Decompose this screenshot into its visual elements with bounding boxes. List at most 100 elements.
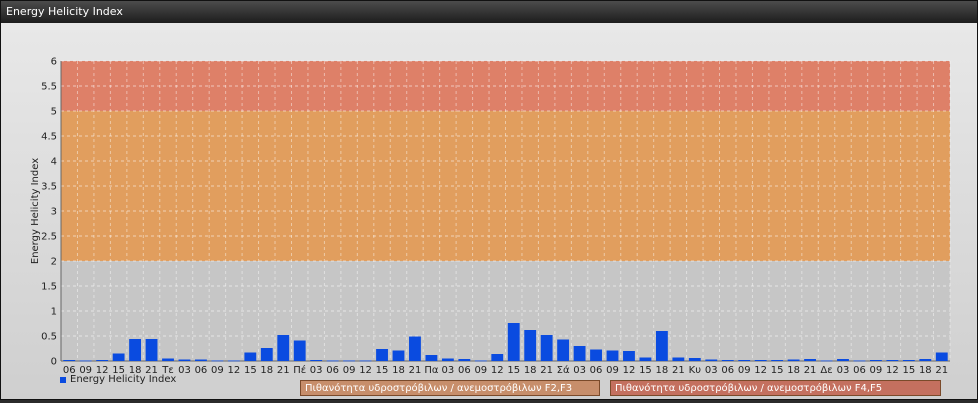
legend-label: Energy Helicity Index — [70, 374, 177, 385]
bar — [63, 360, 76, 361]
x-tick-label: 12 — [754, 365, 767, 376]
x-tick-label: 18 — [919, 365, 932, 376]
chart-legend[interactable]: Energy Helicity Index — [60, 374, 176, 385]
bar — [919, 359, 932, 361]
x-tick-label: Πέ — [293, 364, 306, 376]
legend-swatch — [60, 376, 66, 383]
x-tick-label: 21 — [672, 365, 685, 376]
bar — [178, 359, 191, 361]
bar — [623, 351, 635, 361]
x-tick-label: 03 — [310, 365, 323, 376]
bar — [195, 359, 207, 361]
bar — [474, 360, 487, 362]
x-tick-label: 06 — [853, 365, 866, 376]
bar — [392, 350, 405, 361]
x-tick-label: 18 — [787, 365, 800, 376]
band-label-f4f5: Πιθανότητα υδροστρόβιλων / ανεμοστρόβιλω… — [610, 380, 941, 396]
y-tick-label: 4 — [51, 157, 57, 168]
bar — [837, 359, 849, 361]
x-tick-label: 18 — [260, 365, 273, 376]
x-tick-label: 15 — [639, 365, 652, 376]
x-tick-label: 12 — [491, 365, 504, 376]
bar — [162, 358, 174, 361]
x-tick-label: Κυ — [689, 365, 702, 376]
y-tick-label: 0.5 — [41, 332, 57, 343]
bar — [557, 339, 570, 361]
x-tick-label: 09 — [738, 365, 751, 376]
x-tick-label: 03 — [837, 365, 850, 376]
bar — [524, 330, 537, 361]
bar — [540, 335, 553, 361]
y-tick-label: 1.5 — [41, 282, 57, 293]
window-title: Energy Helicity Index — [6, 5, 123, 18]
x-tick-label: Σά — [557, 364, 570, 376]
bar — [112, 353, 125, 361]
bar — [343, 360, 356, 362]
bar — [425, 355, 438, 361]
x-tick-label: 18 — [524, 365, 537, 376]
bar — [721, 360, 734, 361]
bar — [491, 354, 504, 361]
x-tick-label: 03 — [705, 365, 718, 376]
bar — [705, 359, 718, 361]
bar — [738, 360, 751, 361]
x-tick-label: 18 — [656, 365, 669, 376]
x-tick-label: 12 — [227, 365, 240, 376]
bar — [277, 335, 290, 361]
y-tick-label: 4.5 — [41, 132, 57, 143]
bar — [820, 360, 833, 362]
bar — [573, 346, 586, 361]
x-tick-label: Δε — [820, 365, 832, 376]
bar — [804, 359, 816, 361]
x-tick-label: 09 — [474, 365, 487, 376]
x-tick-label: 06 — [721, 365, 734, 376]
x-tick-label: 06 — [590, 365, 603, 376]
x-tick-label: 21 — [804, 365, 817, 376]
bar — [787, 359, 800, 361]
bar — [376, 349, 388, 361]
bar — [886, 360, 899, 361]
bar — [639, 357, 652, 361]
y-tick-label: 3.5 — [41, 182, 57, 193]
x-tick-label: 06 — [326, 365, 339, 376]
x-tick-label: 09 — [211, 365, 224, 376]
bar — [853, 360, 866, 362]
chart-window: Energy Helicity Index 0 0.5 1 1.5 2 2.5 3 3.5 4 4… — [0, 0, 978, 400]
bar — [869, 360, 882, 361]
band-label-f2f3: Πιθανότητα υδροστρόβιλων / ανεμοστρόβιλω… — [300, 380, 600, 396]
y-tick-label: 2.5 — [41, 232, 57, 243]
bar — [211, 360, 224, 362]
bar — [96, 360, 109, 361]
y-tick-label: 0 — [51, 357, 57, 368]
y-tick-label: 3 — [51, 207, 57, 218]
x-tick-label: 21 — [540, 365, 553, 376]
x-tick-label: 03 — [178, 365, 191, 376]
bar — [409, 336, 421, 361]
y-tick-label: 2 — [51, 257, 57, 268]
bar — [129, 339, 142, 361]
x-tick-label: 21 — [409, 365, 422, 376]
bar — [606, 350, 619, 361]
bar — [359, 360, 372, 362]
bar — [145, 339, 158, 361]
bar — [441, 358, 454, 361]
x-tick-label: 15 — [244, 365, 257, 376]
bar — [590, 349, 602, 361]
x-tick-label: 06 — [195, 365, 208, 376]
y-tick-label: 5.5 — [41, 82, 57, 93]
bar — [227, 360, 240, 362]
y-tick-label: 1 — [51, 307, 57, 318]
x-tick-label: Πα — [424, 365, 439, 376]
helicity-chart: 0 0.5 1 1.5 2 2.5 3 3.5 4 4.5 5 5.5 6 Energy Helicity… — [30, 57, 951, 376]
chart-area: 0 0.5 1 1.5 2 2.5 3 3.5 4 4.5 5 5.5 6 Energy Helicity… — [1, 23, 977, 399]
y-tick-label: 5 — [51, 107, 57, 118]
y-tick-label: 6 — [51, 57, 57, 68]
x-tick-label: 12 — [886, 365, 899, 376]
bar — [293, 340, 306, 361]
bar — [244, 352, 257, 361]
bar — [902, 360, 915, 361]
bar — [326, 360, 339, 362]
x-tick-label: 15 — [507, 365, 520, 376]
bar — [655, 331, 668, 361]
window-titlebar: Energy Helicity Index — [1, 1, 977, 23]
